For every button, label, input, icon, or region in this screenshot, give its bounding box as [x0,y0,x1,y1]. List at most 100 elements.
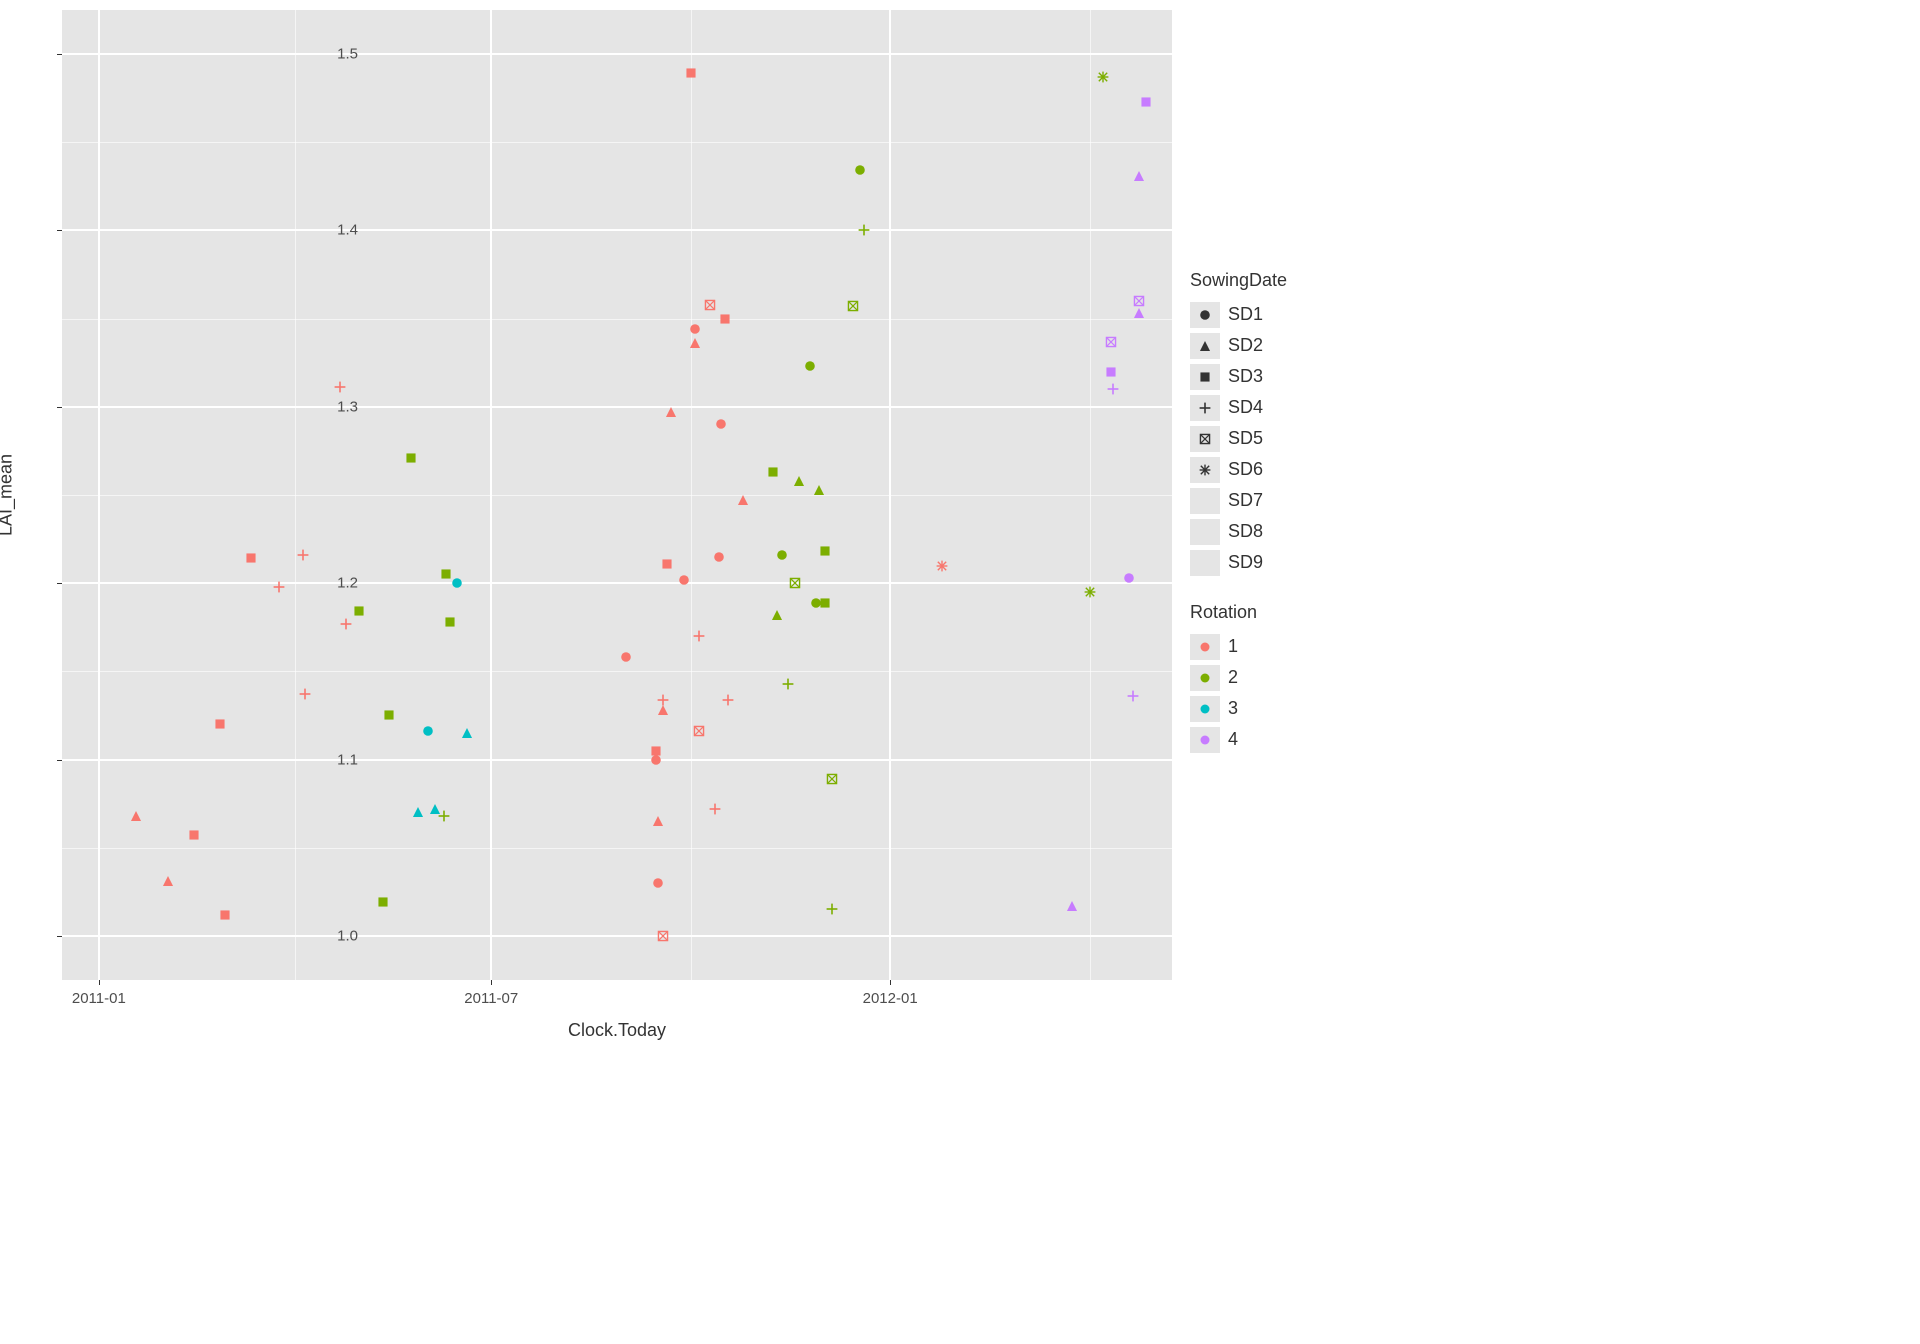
data-point [854,164,866,176]
data-point [340,618,352,630]
data-point [1105,336,1117,348]
legend: SowingDate SD1 SD2 SD3 SD4 SD5 SD6 SD7 SD8 SD… [1190,270,1287,755]
legend-color-item: 4 [1190,724,1287,755]
data-point [440,568,452,580]
y-tick-label: 1.5 [310,46,358,63]
legend-shape-item: SD4 [1190,392,1287,423]
legend-shape-item: SD6 [1190,454,1287,485]
data-point [665,406,677,418]
legend-label: SD6 [1228,459,1263,480]
data-point [771,609,783,621]
y-axis-title: LAI_mean [0,454,17,536]
data-point [652,877,664,889]
legend-label: SD3 [1228,366,1263,387]
x-axis-title: Clock.Today [568,1020,666,1041]
x-tick-label: 2011-07 [464,990,518,1007]
data-point [1133,170,1145,182]
data-point [704,299,716,311]
legend-shape-item: SD7 [1190,485,1287,516]
data-point [162,875,174,887]
data-point [299,688,311,700]
data-point [936,560,948,572]
y-tick-label: 1.2 [310,575,358,592]
legend-swatch [1190,364,1220,390]
data-point [1133,307,1145,319]
legend-swatch [1190,488,1220,514]
data-point [657,704,669,716]
data-point [219,909,231,921]
data-point [826,903,838,915]
data-point [1105,366,1117,378]
x-tick-label: 2012-01 [863,990,918,1007]
data-point [709,803,721,815]
legend-swatch [1190,634,1220,660]
legend-label: SD4 [1228,397,1263,418]
legend-label: 4 [1228,729,1238,750]
data-point [652,815,664,827]
data-point [657,694,669,706]
legend-label: SD7 [1228,490,1263,511]
data-point [1127,690,1139,702]
legend-shape-item: SD3 [1190,361,1287,392]
plot-area [62,10,1172,980]
data-point [444,616,456,628]
data-point [693,630,705,642]
data-point [804,360,816,372]
legend-shape-item: SD2 [1190,330,1287,361]
legend-label: SD2 [1228,335,1263,356]
legend-swatch [1190,519,1220,545]
data-point [819,597,831,609]
legend-label: SD8 [1228,521,1263,542]
data-point [1066,900,1078,912]
y-tick-label: 1.4 [310,222,358,239]
legend-color-item: 1 [1190,631,1287,662]
data-point [650,745,662,757]
legend-swatch [1190,457,1220,483]
data-point [245,552,257,564]
data-point [353,605,365,617]
legend-label: SD1 [1228,304,1263,325]
legend-shape-item: SD8 [1190,516,1287,547]
data-point [130,810,142,822]
legend-label: 3 [1228,698,1238,719]
data-point [782,678,794,690]
legend-label: 1 [1228,636,1238,657]
data-point [412,806,424,818]
legend-label: SD9 [1228,552,1263,573]
legend-shape-title: SowingDate [1190,270,1287,291]
data-point [620,651,632,663]
data-point [776,549,788,561]
data-point [661,558,673,570]
data-point [715,418,727,430]
data-point [847,300,859,312]
legend-shape-item: SD5 [1190,423,1287,454]
y-tick-label: 1.3 [310,398,358,415]
data-point [1133,295,1145,307]
legend-shape-item: SD9 [1190,547,1287,578]
legend-swatch [1190,302,1220,328]
data-point [810,597,822,609]
legend-swatch [1190,696,1220,722]
data-point [819,545,831,557]
y-tick-label: 1.0 [310,927,358,944]
data-point [377,896,389,908]
legend-color-item: 2 [1190,662,1287,693]
data-point [793,475,805,487]
legend-label: 2 [1228,667,1238,688]
legend-swatch [1190,426,1220,452]
data-point [297,549,309,561]
chart: LAI_mean Clock.Today SowingDate SD1 SD2 SD… [0,0,1480,1055]
legend-label: SD5 [1228,428,1263,449]
data-point [188,829,200,841]
data-point [334,381,346,393]
data-point [405,452,417,464]
legend-swatch [1190,333,1220,359]
data-point [767,466,779,478]
data-point [826,773,838,785]
legend-swatch [1190,395,1220,421]
legend-shape-item: SD1 [1190,299,1287,330]
x-tick-label: 2011-01 [72,990,126,1007]
data-point [737,494,749,506]
data-point [383,709,395,721]
data-point [813,484,825,496]
